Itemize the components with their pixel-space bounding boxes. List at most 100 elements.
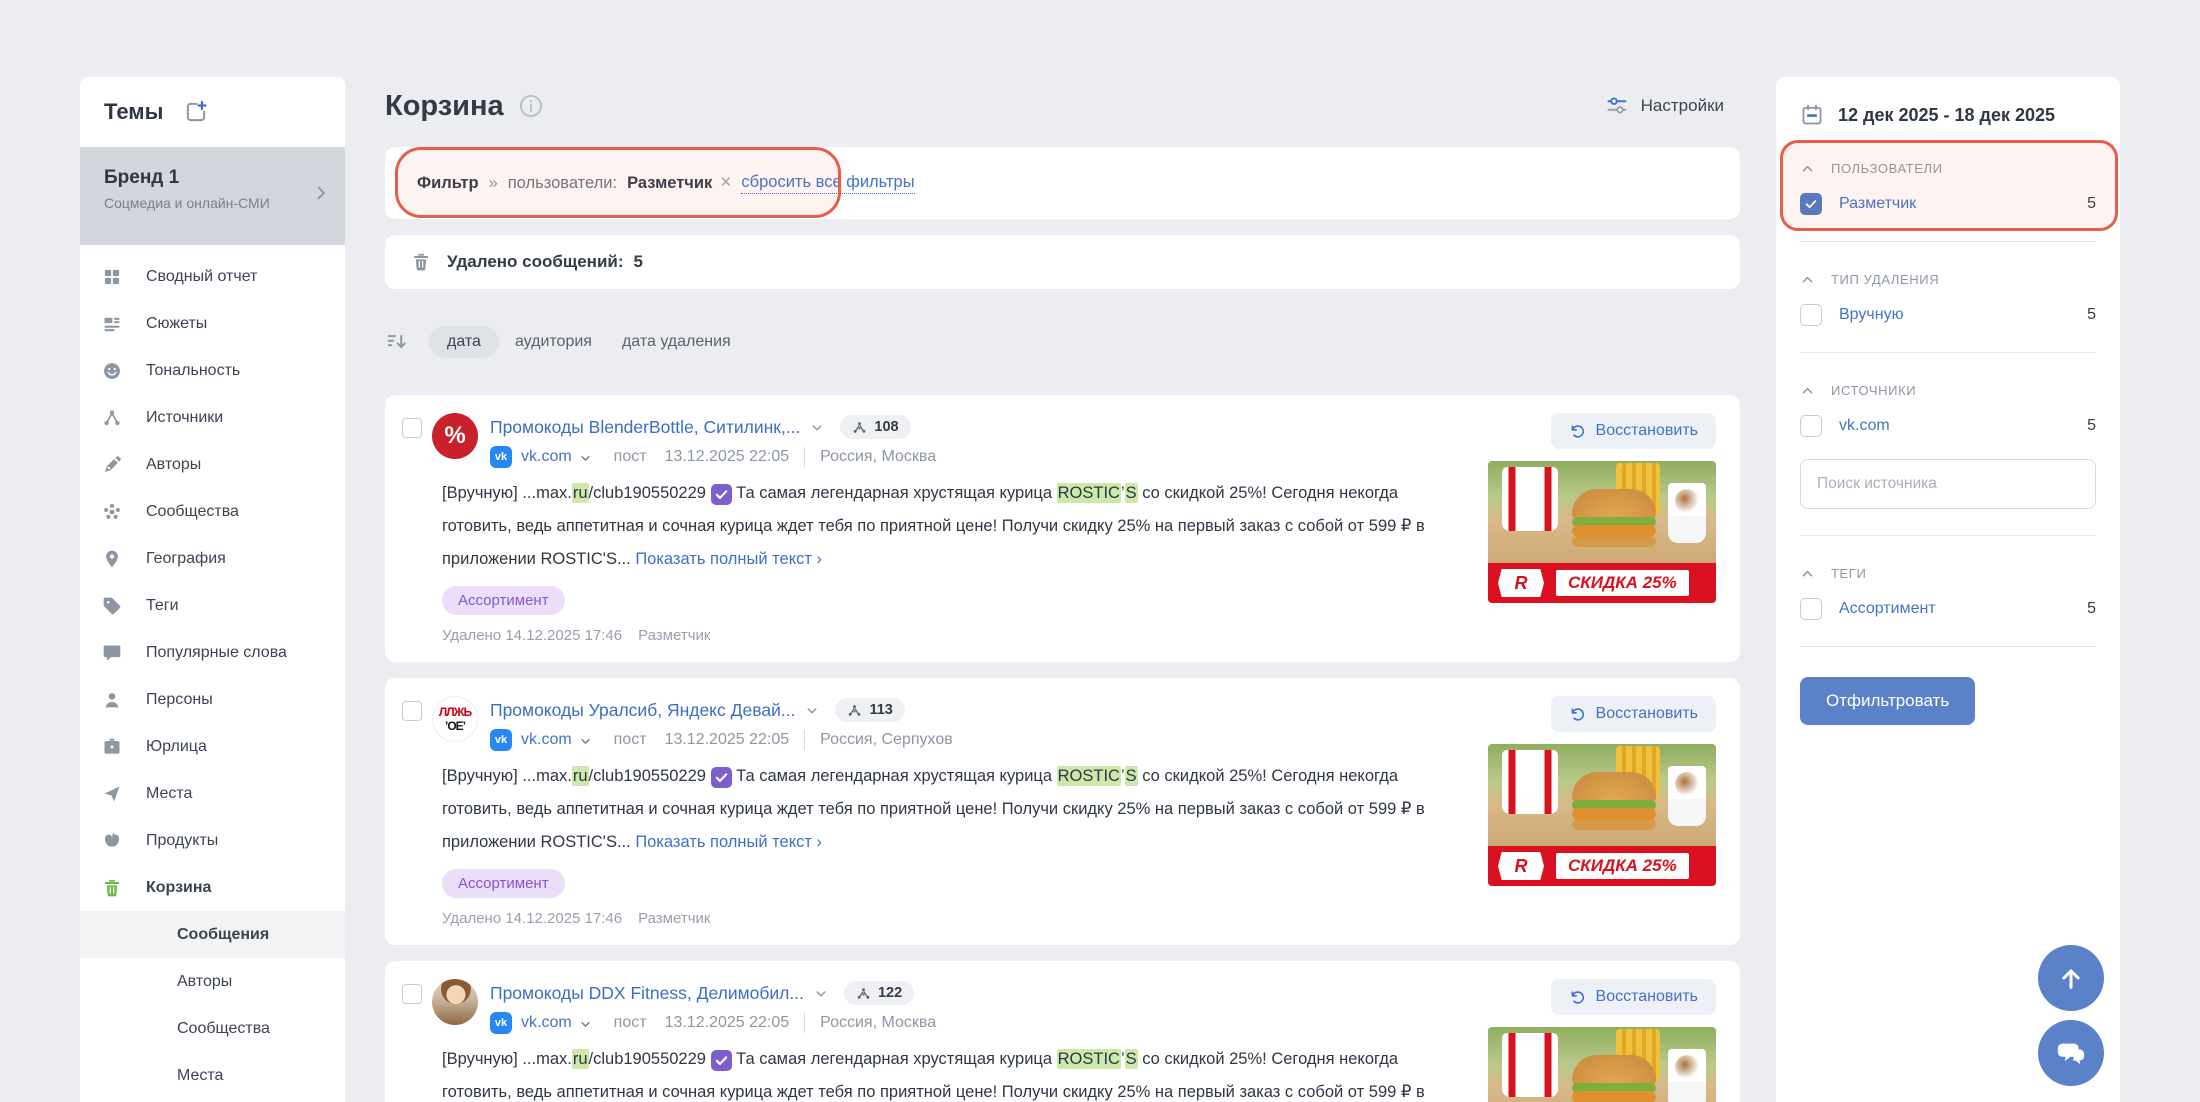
burger-graphic [1572,1055,1656,1102]
section-collapse-toggle[interactable]: ТЕГИ [1800,566,2096,581]
restore-button[interactable]: Восстановить [1551,413,1716,449]
sidebar-item-5[interactable]: Сообщества [80,488,345,535]
message-checkbox[interactable] [402,984,422,1004]
topics-title: Темы [104,99,163,125]
message-title-link[interactable]: Промокоды Уралсиб, Яндекс Девай... [490,700,795,721]
chevron-down-icon[interactable] [579,1018,592,1031]
message-title-link[interactable]: Промокоды DDX Fitness, Делимобил... [490,983,804,1004]
section-collapse-toggle[interactable]: ТИП УДАЛЕНИЯ [1800,272,2096,287]
grid-icon [102,267,122,287]
filter-section-2: ИСТОЧНИКИ vk.com 5 [1800,353,2096,536]
discount-banner: R СКИДКА 25% [1488,846,1716,886]
sidebar-item-13[interactable]: Корзина [80,864,345,911]
sidebar-menu: Сводный отчет Сюжеты Тональность Источни… [80,245,345,1099]
audience-count: 108 [874,419,898,435]
sidebar-item-7[interactable]: Теги [80,582,345,629]
source-search-input[interactable] [1800,459,2096,509]
filter-checkbox[interactable] [1800,598,1822,620]
sidebar-subitem-15[interactable]: Авторы [80,958,345,1005]
sort-tab-audience[interactable]: аудитория [515,333,592,351]
clear-all-filters-link[interactable]: сбросить все фильтры [741,173,914,194]
section-title: ИСТОЧНИКИ [1831,383,1916,398]
sidebar-item-9[interactable]: Персоны [80,676,345,723]
post-image-thumbnail[interactable]: R СКИДКА 25% [1488,461,1716,603]
avatar[interactable] [432,979,478,1025]
filter-option-label[interactable]: vk.com [1839,417,1890,435]
support-chat-button[interactable] [2038,1020,2104,1086]
filter-label: Фильтр [417,174,479,193]
filter-option-label[interactable]: Разметчик [1839,195,1916,213]
section-collapse-toggle[interactable]: ИСТОЧНИКИ [1800,383,2096,398]
filter-option-count: 5 [2087,195,2096,213]
add-topic-icon[interactable] [183,99,209,125]
chevron-up-icon [1800,272,1815,287]
show-full-text-link[interactable]: Показать полный текст › [635,833,822,851]
source-link[interactable]: vk.com [521,1014,572,1032]
message-checkbox[interactable] [402,701,422,721]
restore-icon [1569,423,1586,440]
main-content: Корзина Настройки Фильтр » пользователи:… [385,77,1740,1102]
chevron-right-icon[interactable] [311,183,331,203]
sidebar-item-6[interactable]: География [80,535,345,582]
date-range-text: 12 дек 2025 - 18 дек 2025 [1838,105,2055,126]
sidebar-subitem-17[interactable]: Места [80,1052,345,1099]
date-range-picker[interactable]: 12 дек 2025 - 18 дек 2025 [1800,103,2096,127]
topics-sidebar: Темы Бренд 1 Соцмедиа и онлайн-СМИ Сводн… [80,77,345,1102]
avatar[interactable]: ЛЛЖЬ’ОЕ’ [432,696,478,742]
message-title-link[interactable]: Промокоды BlenderBottle, Ситилинк,... [490,417,800,438]
sidebar-item-12[interactable]: Продукты [80,817,345,864]
chevron-down-icon[interactable] [814,987,828,1001]
filter-option-label[interactable]: Вручную [1839,306,1904,324]
sort-tab-date[interactable]: дата [429,326,499,358]
filter-option-row: Ассортимент 5 [1800,598,2096,620]
section-collapse-toggle[interactable]: ПОЛЬЗОВАТЕЛИ [1800,161,2096,176]
info-icon[interactable] [518,93,544,119]
vk-icon: vk [490,446,512,468]
chevron-down-icon[interactable] [810,421,824,435]
filter-checkbox[interactable] [1800,304,1822,326]
message-checkbox[interactable] [402,418,422,438]
post-type: пост [614,1014,647,1032]
sort-tab-deletion-date[interactable]: дата удаления [622,333,731,351]
post-image-thumbnail[interactable]: R СКИДКА 25% [1488,1027,1716,1102]
avatar[interactable]: % [432,413,478,459]
sidebar-item-0[interactable]: Сводный отчет [80,253,345,300]
sidebar-subitem-14[interactable]: Сообщения [80,911,345,958]
chevron-down-icon[interactable] [579,452,592,465]
source-link[interactable]: vk.com [521,731,572,749]
brand-selector[interactable]: Бренд 1 Соцмедиа и онлайн-СМИ [80,147,345,245]
network-icon [102,408,122,428]
scroll-to-top-button[interactable] [2038,945,2104,1011]
remove-filter-icon[interactable]: × [720,172,731,194]
filter-checkbox[interactable] [1800,415,1822,437]
vk-icon: vk [490,729,512,751]
sort-order-icon[interactable] [385,331,407,353]
restore-button[interactable]: Восстановить [1551,696,1716,732]
restore-button[interactable]: Восстановить [1551,979,1716,1015]
filter-option-label[interactable]: Ассортимент [1839,600,1936,618]
tag-pill[interactable]: Ассортимент [442,586,565,615]
tag-pill[interactable]: Ассортимент [442,869,565,898]
topics-header: Темы [80,77,345,147]
sidebar-item-1[interactable]: Сюжеты [80,300,345,347]
source-link[interactable]: vk.com [521,448,572,466]
show-full-text-link[interactable]: Показать полный текст › [635,550,822,568]
sidebar-item-2[interactable]: Тональность [80,347,345,394]
sidebar-item-10[interactable]: Юрлица [80,723,345,770]
settings-label: Настройки [1641,96,1724,116]
filter-option-count: 5 [2087,417,2096,435]
filter-checkbox[interactable] [1800,193,1822,215]
chevron-down-icon[interactable] [805,704,819,718]
sidebar-item-3[interactable]: Источники [80,394,345,441]
settings-button[interactable]: Настройки [1605,94,1724,118]
sidebar-item-4[interactable]: Авторы [80,441,345,488]
chevron-down-icon[interactable] [579,735,592,748]
apply-filter-button[interactable]: Отфильтровать [1800,677,1975,725]
post-image-thumbnail[interactable]: R СКИДКА 25% [1488,744,1716,886]
sidebar-subitem-16[interactable]: Сообщества [80,1005,345,1052]
deleted-timestamp: Удалено 14.12.2025 17:46 [442,910,622,927]
sidebar-item-11[interactable]: Места [80,770,345,817]
rostics-logo: R [1498,852,1544,880]
post-location: Россия, Москва [820,448,936,466]
sidebar-item-8[interactable]: Популярные слова [80,629,345,676]
